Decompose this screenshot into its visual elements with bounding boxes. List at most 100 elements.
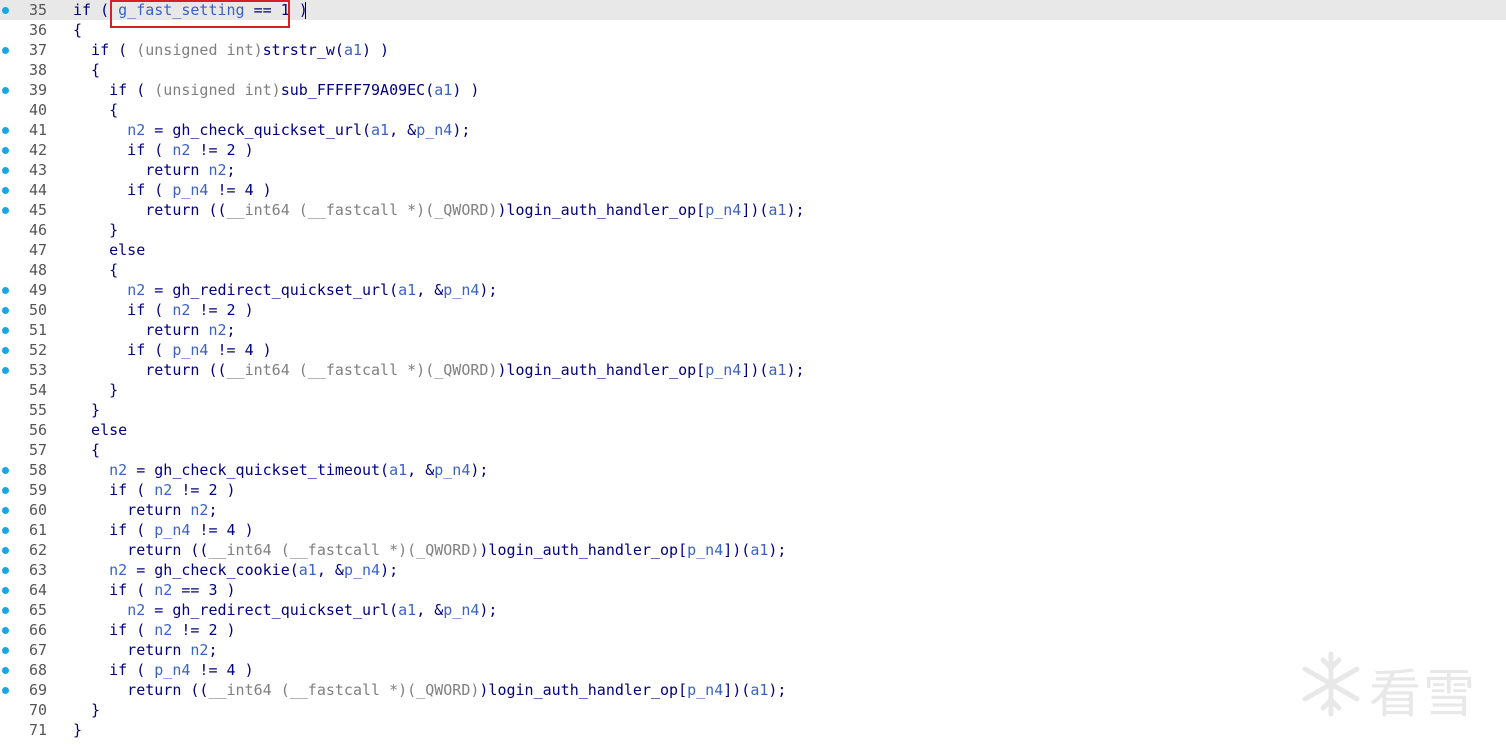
code-line[interactable]: 46 } [0, 220, 1506, 240]
breakpoint-dot-icon[interactable] [2, 347, 9, 354]
code-line[interactable]: 63 n2 = gh_check_cookie(a1, &p_n4); [0, 560, 1506, 580]
code-line[interactable]: 71} [0, 720, 1506, 740]
code-text[interactable]: return n2; [73, 160, 235, 180]
code-line[interactable]: 60 return n2; [0, 500, 1506, 520]
code-text[interactable]: if ( n2 != 2 ) [73, 620, 235, 640]
code-text[interactable]: n2 = gh_check_cookie(a1, &p_n4); [73, 560, 398, 580]
breakpoint-dot-icon[interactable] [2, 587, 9, 594]
code-line[interactable]: 64 if ( n2 == 3 ) [0, 580, 1506, 600]
code-line[interactable]: 55 } [0, 400, 1506, 420]
code-line[interactable]: 44 if ( p_n4 != 4 ) [0, 180, 1506, 200]
code-line[interactable]: 43 return n2; [0, 160, 1506, 180]
code-text[interactable]: if ( n2 != 2 ) [73, 300, 253, 320]
breakpoint-dot-icon[interactable] [2, 127, 9, 134]
code-text[interactable]: if ( n2 != 2 ) [73, 480, 235, 500]
code-line[interactable]: 52 if ( p_n4 != 4 ) [0, 340, 1506, 360]
breakpoint-dot-icon[interactable] [2, 547, 9, 554]
breakpoint-dot-icon[interactable] [2, 7, 9, 14]
code-line[interactable]: 66 if ( n2 != 2 ) [0, 620, 1506, 640]
code-line[interactable]: 49 n2 = gh_redirect_quickset_url(a1, &p_… [0, 280, 1506, 300]
code-line[interactable]: 48 { [0, 260, 1506, 280]
code-line[interactable]: 68 if ( p_n4 != 4 ) [0, 660, 1506, 680]
code-line[interactable]: 37 if ( (unsigned int)strstr_w(a1) ) [0, 40, 1506, 60]
code-text[interactable]: return ((__int64 (__fastcall *)(_QWORD))… [73, 540, 786, 560]
breakpoint-dot-icon[interactable] [2, 207, 9, 214]
code-line[interactable]: 56 else [0, 420, 1506, 440]
code-line[interactable]: 51 return n2; [0, 320, 1506, 340]
code-text[interactable]: n2 = gh_check_quickset_timeout(a1, &p_n4… [73, 460, 488, 480]
code-text[interactable]: return ((__int64 (__fastcall *)(_QWORD))… [73, 360, 804, 380]
code-text[interactable]: else [73, 240, 145, 260]
code-text[interactable]: } [73, 700, 100, 720]
code-text[interactable]: } [73, 220, 118, 240]
code-text[interactable]: { [73, 260, 118, 280]
breakpoint-dot-icon[interactable] [2, 367, 9, 374]
breakpoint-dot-icon[interactable] [2, 627, 9, 634]
code-line[interactable]: 40 { [0, 100, 1506, 120]
code-line[interactable]: 69 return ((__int64 (__fastcall *)(_QWOR… [0, 680, 1506, 700]
breakpoint-dot-icon[interactable] [2, 307, 9, 314]
code-text[interactable]: } [73, 720, 82, 740]
code-line[interactable]: 70 } [0, 700, 1506, 720]
code-text[interactable]: n2 = gh_redirect_quickset_url(a1, &p_n4)… [73, 280, 497, 300]
code-text[interactable]: { [73, 440, 100, 460]
code-text[interactable]: if ( n2 == 3 ) [73, 580, 235, 600]
code-text[interactable]: { [73, 20, 82, 40]
pseudocode-view[interactable]: 35 if ( g_fast_setting == 1 ) 36 {37 if ( (… [0, 0, 1506, 740]
code-line[interactable]: 39 if ( (unsigned int)sub_FFFFF79A09EC(a… [0, 80, 1506, 100]
code-line[interactable]: 50 if ( n2 != 2 ) [0, 300, 1506, 320]
code-text[interactable]: n2 = gh_redirect_quickset_url(a1, &p_n4)… [73, 600, 497, 620]
breakpoint-dot-icon[interactable] [2, 567, 9, 574]
code-line[interactable]: 57 { [0, 440, 1506, 460]
code-line[interactable]: 58 n2 = gh_check_quickset_timeout(a1, &p… [0, 460, 1506, 480]
breakpoint-dot-icon[interactable] [2, 467, 9, 474]
breakpoint-dot-icon[interactable] [2, 667, 9, 674]
breakpoint-dot-icon[interactable] [2, 527, 9, 534]
breakpoint-dot-icon[interactable] [2, 647, 9, 654]
code-text[interactable]: return n2; [73, 640, 217, 660]
code-line[interactable]: 59 if ( n2 != 2 ) [0, 480, 1506, 500]
code-text[interactable]: if ( (unsigned int)sub_FFFFF79A09EC(a1) … [73, 80, 479, 100]
breakpoint-dot-icon[interactable] [2, 287, 9, 294]
breakpoint-dot-icon[interactable] [2, 607, 9, 614]
code-text[interactable]: return ((__int64 (__fastcall *)(_QWORD))… [73, 200, 804, 220]
code-text[interactable]: if ( p_n4 != 4 ) [73, 340, 272, 360]
code-line[interactable]: 42 if ( n2 != 2 ) [0, 140, 1506, 160]
code-text[interactable]: return n2; [73, 500, 217, 520]
code-text[interactable]: if ( p_n4 != 4 ) [73, 180, 272, 200]
code-line[interactable]: 53 return ((__int64 (__fastcall *)(_QWOR… [0, 360, 1506, 380]
code-line[interactable]: 35 if ( g_fast_setting == 1 ) [0, 0, 1506, 20]
code-text[interactable]: return ((__int64 (__fastcall *)(_QWORD))… [73, 680, 786, 700]
code-line[interactable]: 38 { [0, 60, 1506, 80]
code-line[interactable]: 67 return n2; [0, 640, 1506, 660]
code-text[interactable]: n2 = gh_check_quickset_url(a1, &p_n4); [73, 120, 470, 140]
code-text[interactable]: if ( p_n4 != 4 ) [73, 520, 254, 540]
code-text[interactable]: if ( p_n4 != 4 ) [73, 660, 254, 680]
code-line[interactable]: 41 n2 = gh_check_quickset_url(a1, &p_n4)… [0, 120, 1506, 140]
breakpoint-dot-icon[interactable] [2, 327, 9, 334]
code-text[interactable]: { [73, 60, 100, 80]
breakpoint-dot-icon[interactable] [2, 87, 9, 94]
code-line[interactable]: 45 return ((__int64 (__fastcall *)(_QWOR… [0, 200, 1506, 220]
breakpoint-dot-icon[interactable] [2, 507, 9, 514]
code-line[interactable]: 61 if ( p_n4 != 4 ) [0, 520, 1506, 540]
code-text[interactable]: } [73, 400, 100, 420]
code-text[interactable]: if ( (unsigned int)strstr_w(a1) ) [73, 40, 389, 60]
code-text[interactable]: if ( n2 != 2 ) [73, 140, 253, 160]
code-text[interactable]: if ( g_fast_setting == 1 ) [73, 0, 308, 20]
code-line[interactable]: 54 } [0, 380, 1506, 400]
code-line[interactable]: 36 { [0, 20, 1506, 40]
breakpoint-dot-icon[interactable] [2, 187, 9, 194]
breakpoint-dot-icon[interactable] [2, 47, 9, 54]
code-line[interactable]: 62 return ((__int64 (__fastcall *)(_QWOR… [0, 540, 1506, 560]
code-text[interactable]: { [73, 100, 118, 120]
code-line[interactable]: 47 else [0, 240, 1506, 260]
breakpoint-dot-icon[interactable] [2, 147, 9, 154]
code-text[interactable]: return n2; [73, 320, 235, 340]
breakpoint-dot-icon[interactable] [2, 687, 9, 694]
code-text[interactable]: } [73, 380, 118, 400]
breakpoint-dot-icon[interactable] [2, 487, 9, 494]
breakpoint-dot-icon[interactable] [2, 167, 9, 174]
code-line[interactable]: 65 n2 = gh_redirect_quickset_url(a1, &p_… [0, 600, 1506, 620]
code-text[interactable]: else [73, 420, 127, 440]
